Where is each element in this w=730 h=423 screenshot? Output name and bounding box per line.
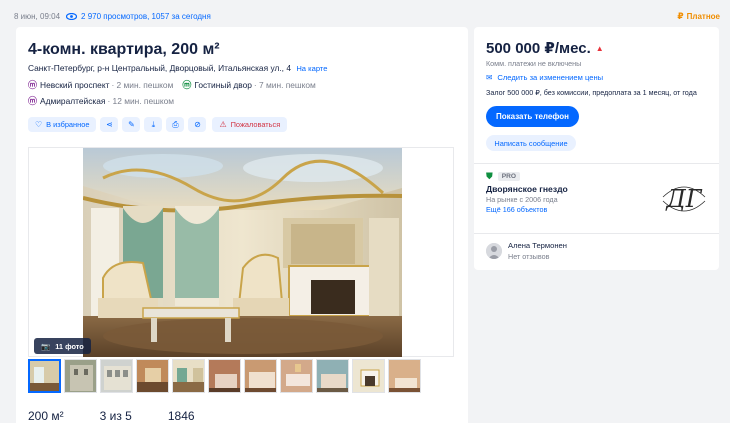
agency-since: На рынке с 2006 года	[486, 195, 558, 204]
metro-row-2: ⓜ Адмиралтейская · 12 мин. пешком	[28, 94, 174, 107]
metro-icon: ⓜ	[28, 80, 38, 90]
thumbnail[interactable]	[136, 359, 169, 393]
thumbnail[interactable]	[100, 359, 133, 393]
verified-shield-icon: ⛊	[486, 171, 493, 181]
eye-off-icon: ⊘	[194, 120, 201, 129]
write-message-button[interactable]: Написать сообщение	[486, 135, 576, 151]
views-link[interactable]: 2 970 просмотров, 1057 за сегодня	[66, 12, 211, 21]
thumbnail-strip	[28, 359, 421, 393]
agency-name[interactable]: Дворянское гнездо	[486, 184, 568, 194]
metro-row-1: ⓜ Невский проспект · 2 мин. пешком ⓜ Гос…	[28, 78, 316, 91]
photo-gallery[interactable]: 📷 11 фото	[28, 147, 454, 357]
price-note: Комм. платежи не включены	[486, 59, 582, 68]
download-icon: ⤓	[151, 119, 156, 129]
metro-time: · 12 мин. пешком	[107, 95, 174, 106]
agency-header: ⛊ PRO	[486, 171, 521, 182]
metro-station-nevsky[interactable]: Невский проспект	[40, 80, 109, 90]
mail-icon: ✉	[486, 73, 493, 82]
print-icon: ⎙	[172, 119, 179, 129]
param-floor: 3 из 5	[99, 409, 132, 423]
metro-icon: ⓜ	[182, 80, 192, 90]
thumbnail[interactable]	[28, 359, 61, 393]
show-phone-button[interactable]: Показать телефон	[486, 106, 579, 127]
pro-badge: PRO	[497, 172, 521, 181]
views-count: 2 970 просмотров, 1057 за сегодня	[81, 11, 211, 21]
agent-reviews: Нет отзывов	[508, 252, 550, 261]
main-photo[interactable]	[83, 148, 402, 357]
thumbnail[interactable]	[208, 359, 241, 393]
follow-price-link[interactable]: ✉ Следить за изменением цены	[486, 73, 603, 82]
rental-terms: Залог 500 000 ₽, без комиссии, предоплат…	[486, 88, 697, 97]
price-card: 500 000 ₽/мес. ▲ Комм. платежи не включе…	[474, 27, 719, 270]
thumbnail[interactable]	[244, 359, 277, 393]
price-up-icon[interactable]: ▲	[596, 44, 604, 53]
publish-date: 8 июн, 09:04	[14, 11, 61, 21]
thumbnail[interactable]	[316, 359, 349, 393]
favorite-label: В избранное	[46, 120, 90, 129]
thumbnail[interactable]	[388, 359, 421, 393]
photo-count-badge[interactable]: 📷 11 фото	[34, 338, 91, 354]
report-button[interactable]: ⚠ Пожаловаться	[212, 117, 288, 132]
pencil-icon: ✎	[128, 120, 135, 129]
ruble-icon: ₽	[677, 10, 684, 21]
share-icon: ⋖	[106, 120, 113, 129]
metro-icon: ⓜ	[28, 96, 38, 106]
param-year: 1846	[167, 409, 195, 423]
agency-more-link[interactable]: Ещё 166 объектов	[486, 205, 547, 214]
avatar	[486, 243, 502, 259]
agent-text: Алена Термонен Нет отзывов	[508, 241, 567, 261]
agent-info[interactable]: Алена Термонен Нет отзывов	[486, 241, 567, 261]
divider	[474, 233, 719, 234]
agency-logo[interactable]: ДГ	[657, 175, 711, 221]
follow-price-label: Следить за изменением цены	[497, 73, 604, 82]
param-area: 200 м²	[28, 409, 64, 423]
address-text[interactable]: Санкт-Петербург, р-н Центральный, Дворцо…	[28, 63, 291, 73]
eye-icon	[66, 12, 78, 20]
metro-time: · 2 мин. пешком	[111, 79, 174, 90]
listing-actions: ♡ В избранное ⋖ ✎ ⤓ ⎙ ⊘ ⚠ Пожаловаться	[28, 117, 288, 132]
paid-badge: ₽ Платное	[677, 11, 720, 22]
photo-count: 11 фото	[55, 341, 84, 351]
address: Санкт-Петербург, р-н Центральный, Дворцо…	[28, 63, 328, 73]
metro-station-admiralteyskaya[interactable]: Адмиралтейская	[40, 96, 105, 106]
report-label: Пожаловаться	[230, 120, 281, 129]
camera-icon: 📷	[41, 341, 51, 351]
paid-label: Платное	[686, 11, 720, 21]
listing-card: 4-комн. квартира, 200 м² Санкт-Петербург…	[16, 27, 468, 423]
print-button[interactable]: ⎙	[166, 117, 185, 132]
divider	[474, 163, 719, 164]
hide-button[interactable]: ⊘	[188, 117, 207, 132]
edit-note-button[interactable]: ✎	[122, 117, 141, 132]
download-button[interactable]: ⤓	[144, 117, 163, 132]
metro-time: · 7 мин. пешком	[253, 79, 316, 90]
listing-title: 4-комн. квартира, 200 м²	[28, 41, 220, 58]
thumbnail[interactable]	[64, 359, 97, 393]
thumbnail[interactable]	[352, 359, 385, 393]
share-button[interactable]: ⋖	[100, 117, 119, 132]
map-link[interactable]: На карте	[296, 64, 327, 73]
metro-station-gostiny[interactable]: Гостиный двор	[194, 80, 252, 90]
agency-logo-text: ДГ	[665, 185, 703, 213]
thumbnail[interactable]	[172, 359, 205, 393]
agent-name: Алена Термонен	[508, 241, 567, 250]
price-value: 500 000 ₽/мес.	[486, 40, 591, 57]
listing-meta-bar: 8 июн, 09:04 2 970 просмотров, 1057 за с…	[14, 9, 720, 23]
listing-params: 200 м² 3 из 5 1846	[28, 409, 231, 423]
thumbnail[interactable]	[280, 359, 313, 393]
room-photo-image	[83, 148, 402, 357]
favorite-button[interactable]: ♡ В избранное	[28, 117, 97, 132]
heart-icon: ♡	[35, 120, 43, 129]
price: 500 000 ₽/мес. ▲	[486, 39, 604, 57]
warning-icon: ⚠	[219, 120, 227, 129]
